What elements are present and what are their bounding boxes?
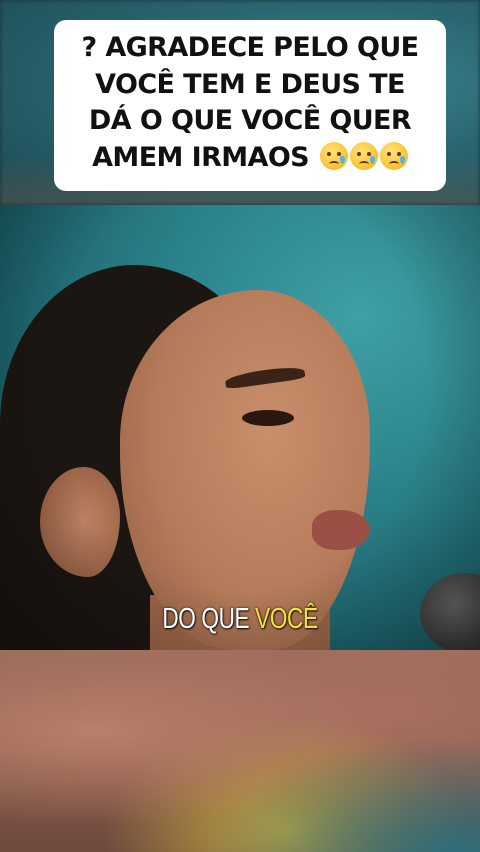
caption-line-3: DÁ O QUE VOCÊ QUER: [88, 105, 412, 136]
caption-card: ? AGRADECE PELO QUE VOCÊ TEM E DEUS TE D…: [54, 20, 446, 191]
caption-line-1: ? AGRADECE PELO QUE: [81, 32, 419, 63]
caption-line-2: VOCÊ TEM E DEUS TE: [95, 68, 405, 100]
crying-face-icon: [319, 141, 348, 170]
caption-line-4: AMEM IRMAOS: [92, 140, 408, 177]
subtitle-highlight: VOCÊ: [255, 603, 318, 635]
crying-face-icon: [349, 141, 378, 170]
video-post[interactable]: ? AGRADECE PELO QUE VOCÊ TEM E DEUS TE D…: [0, 0, 480, 852]
subtitle-text: DO QUE: [162, 603, 250, 635]
video-vignette: [0, 205, 480, 650]
blurred-bottom-background: [0, 650, 480, 852]
video-subtitle: DO QUE VOCÊ: [53, 603, 427, 636]
caption-line-4-text: AMEM IRMAOS: [92, 141, 310, 173]
crying-face-icon: [379, 141, 408, 170]
video-frame[interactable]: [0, 205, 480, 650]
